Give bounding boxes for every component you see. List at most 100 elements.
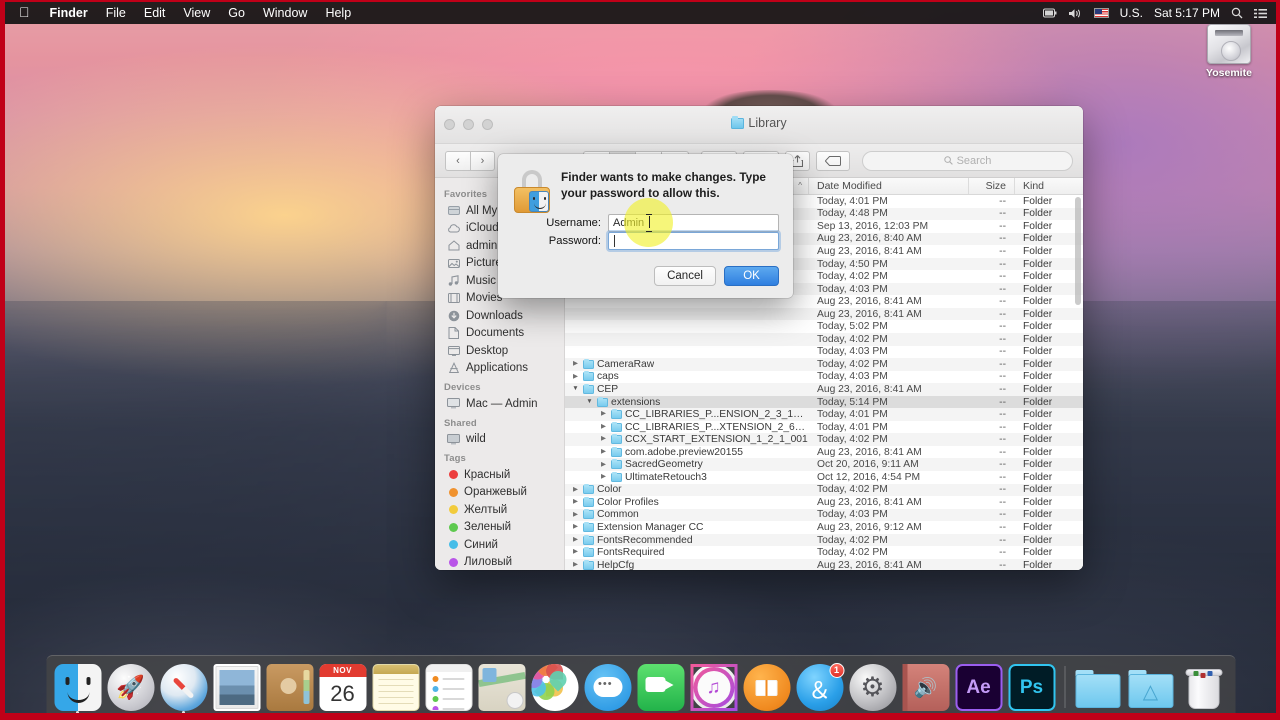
dock-item-reminders[interactable] <box>425 664 472 711</box>
menu-item-edit[interactable]: Edit <box>135 6 175 20</box>
dock-item-itunes[interactable]: ♫ <box>690 664 737 711</box>
input-source-label[interactable]: U.S. <box>1120 6 1143 20</box>
disclosure-triangle-closed-icon[interactable]: ▶ <box>571 486 580 494</box>
disclosure-triangle-closed-icon[interactable]: ▶ <box>571 373 580 381</box>
dock-trash[interactable] <box>1180 664 1227 711</box>
table-row[interactable]: ▶Today, 5:02 PM--Folder <box>565 320 1083 333</box>
dock-item-ibooks[interactable] <box>743 664 790 711</box>
apple-menu-icon[interactable]:  <box>13 4 41 22</box>
sidebar-item-синий[interactable]: Синий <box>435 536 564 554</box>
table-row[interactable]: ▶ CCX_START_EXTENSION_1_2_1_001 Today, 4:0… <box>565 433 1083 446</box>
dock-item-mail[interactable] <box>213 664 260 711</box>
sidebar-item-desktop[interactable]: Desktop <box>435 342 564 360</box>
forward-button[interactable]: › <box>470 150 495 171</box>
password-field[interactable] <box>608 232 779 250</box>
table-row[interactable]: ▶ Common Today, 4:03 PM -- Folder <box>565 508 1083 522</box>
table-row[interactable]: ▶ Color Today, 4:02 PM -- Folder <box>565 483 1083 497</box>
dock-folder-applications[interactable]: △ <box>1127 664 1174 711</box>
ok-button[interactable]: OK <box>724 266 779 286</box>
disclosure-triangle-closed-icon[interactable]: ▶ <box>599 423 608 431</box>
authentication-dialog[interactable]: Finder wants to make changes. Type your … <box>498 154 793 298</box>
tag-button[interactable] <box>816 150 850 171</box>
disclosure-triangle-closed-icon[interactable]: ▶ <box>599 436 608 443</box>
table-row[interactable]: ▶ CC_LIBRARIES_P...XTENSION_2_6_64 Today, … <box>565 421 1083 434</box>
disclosure-triangle-closed-icon[interactable]: ▶ <box>571 361 580 368</box>
sidebar-item-documents[interactable]: Documents <box>435 325 564 343</box>
desktop-hard-drive[interactable]: Yosemite <box>1192 24 1266 79</box>
back-button[interactable]: ‹ <box>445 150 470 171</box>
spotlight-search-icon[interactable] <box>1231 7 1243 19</box>
table-row[interactable]: ▼ CEP Aug 23, 2016, 8:41 AM -- Folder <box>565 383 1083 396</box>
disclosure-triangle-closed-icon[interactable]: ▶ <box>571 561 580 569</box>
disclosure-triangle-closed-icon[interactable]: ▶ <box>571 499 580 506</box>
table-row[interactable]: ▶ FontsRecommended Today, 4:02 PM -- Folder <box>565 533 1083 547</box>
dock-item-system-preferences[interactable]: ⚙ <box>849 664 896 711</box>
menu-item-window[interactable]: Window <box>254 6 316 20</box>
cancel-button[interactable]: Cancel <box>654 266 716 286</box>
table-row[interactable]: ▶ caps Today, 4:03 PM -- Folder <box>565 371 1083 384</box>
table-row[interactable]: ▶ CameraRaw Today, 4:02 PM -- Folder <box>565 358 1083 371</box>
us-flag-icon[interactable] <box>1093 8 1109 18</box>
dock-folder-downloads[interactable] <box>1074 664 1121 711</box>
sidebar-item-downloads[interactable]: Downloads <box>435 307 564 325</box>
table-row[interactable]: ▶Today, 4:02 PM--Folder <box>565 333 1083 346</box>
table-row[interactable]: ▶Aug 23, 2016, 8:41 AM--Folder <box>565 307 1083 321</box>
table-row[interactable]: ▶ com.adobe.preview20155 Aug 23, 2016, 8:4… <box>565 446 1083 459</box>
menu-item-go[interactable]: Go <box>219 6 254 20</box>
column-header-date-modified[interactable]: Date Modified <box>809 178 969 194</box>
menu-item-view[interactable]: View <box>174 6 219 20</box>
vertical-scrollbar[interactable] <box>1075 197 1081 305</box>
menu-item-finder[interactable]: Finder <box>41 6 97 20</box>
dock-item-contacts[interactable] <box>266 664 313 711</box>
dock-item-photos[interactable] <box>531 664 578 711</box>
table-row[interactable]: ▶ HelpCfg Aug 23, 2016, 8:41 AM -- Folder <box>565 558 1083 570</box>
username-field[interactable]: Admin <box>608 214 779 232</box>
sidebar-item-mac-admin[interactable]: Mac — Admin <box>435 395 564 413</box>
table-row[interactable]: ▶ Extension Manager CC Aug 23, 2016, 9:12 … <box>565 521 1083 534</box>
disclosure-triangle-closed-icon[interactable]: ▶ <box>599 411 608 418</box>
sidebar-item-applications[interactable]: Applications <box>435 360 564 378</box>
dock-item-audio-book[interactable]: 🔊 <box>902 664 949 711</box>
dock-item-notes[interactable] <box>372 664 419 711</box>
dock-item-safari[interactable] <box>160 664 207 713</box>
disclosure-triangle-open-icon[interactable]: ▼ <box>585 398 594 406</box>
table-row[interactable]: ▶ CC_LIBRARIES_P...ENSION_2_3_1050 Today, … <box>565 408 1083 421</box>
sidebar-item-красный[interactable]: Красный <box>435 466 564 484</box>
sidebar-item-лиловый[interactable]: Лиловый <box>435 554 564 571</box>
dock-item-maps[interactable] <box>478 664 525 711</box>
dock-item-after-effects[interactable]: Ae <box>955 664 1002 711</box>
table-row[interactable]: ▶Today, 4:03 PM--Folder <box>565 346 1083 359</box>
table-row[interactable]: ▶ SacredGeometry Oct 20, 2016, 9:11 AM -- Fo… <box>565 458 1083 472</box>
sidebar-item-зеленый[interactable]: Зеленый <box>435 519 564 537</box>
sidebar-item-wild[interactable]: wild <box>435 431 564 449</box>
dock[interactable]: NOV26 ♫ ＆1⚙🔊AePs △ <box>46 655 1235 713</box>
disclosure-triangle-closed-icon[interactable]: ▶ <box>599 461 608 469</box>
disclosure-triangle-closed-icon[interactable]: ▶ <box>571 511 580 519</box>
search-input[interactable]: Search <box>862 150 1073 171</box>
disclosure-triangle-open-icon[interactable]: ▼ <box>571 386 580 393</box>
disclosure-triangle-closed-icon[interactable]: ▶ <box>599 448 608 456</box>
dock-item-messages[interactable] <box>584 664 631 711</box>
menu-item-help[interactable]: Help <box>316 6 360 20</box>
disclosure-triangle-closed-icon[interactable]: ▶ <box>571 549 580 556</box>
menu-item-file[interactable]: File <box>97 6 135 20</box>
sidebar-item-оранжевый[interactable]: Оранжевый <box>435 484 564 502</box>
battery-icon[interactable] <box>1042 8 1057 18</box>
notification-center-icon[interactable] <box>1254 8 1267 19</box>
disclosure-triangle-closed-icon[interactable]: ▶ <box>599 474 608 481</box>
dock-item-calendar[interactable]: NOV 26 <box>319 664 366 711</box>
volume-icon[interactable] <box>1068 8 1083 19</box>
dock-item-finder[interactable] <box>54 664 101 713</box>
table-row[interactable]: ▶ Color Profiles Aug 23, 2016, 8:41 AM -- Fo… <box>565 496 1083 509</box>
column-header-size[interactable]: Size <box>969 178 1015 194</box>
dock-item-app-store[interactable]: ＆ 1 <box>796 663 844 711</box>
dock-item-launchpad[interactable] <box>107 664 154 711</box>
disclosure-triangle-closed-icon[interactable]: ▶ <box>571 524 580 531</box>
menu-bar-clock[interactable]: Sat 5:17 PM <box>1154 6 1220 20</box>
sidebar-item-желтый[interactable]: Желтый <box>435 501 564 519</box>
dock-item-photoshop[interactable]: Ps <box>1008 664 1055 711</box>
dock-item-facetime[interactable] <box>637 664 684 711</box>
table-row[interactable]: ▼ extensions Today, 5:14 PM -- Folder <box>565 395 1083 409</box>
disclosure-triangle-closed-icon[interactable]: ▶ <box>571 536 580 544</box>
column-header-kind[interactable]: Kind <box>1015 178 1083 194</box>
